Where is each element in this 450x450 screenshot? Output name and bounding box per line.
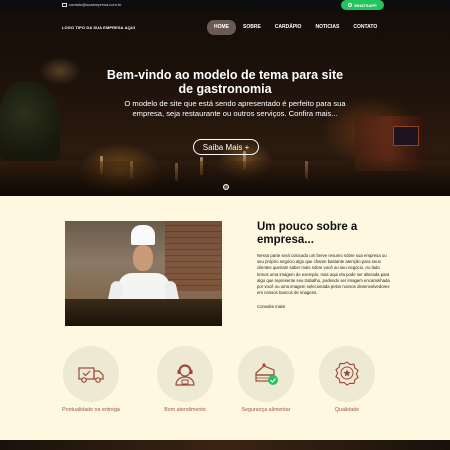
logo[interactable]: LOGO TIPO DA SUA EMPRESA AQUI — [62, 25, 135, 30]
hero-section: LOGO TIPO DA SUA EMPRESA AQUI HOME SOBRE… — [0, 11, 450, 196]
feature-pontualidade: Pontualidade na entrega — [51, 346, 131, 413]
feature-label: Segurança alimentar — [241, 407, 291, 413]
feature-qualidade: Qualidade — [307, 346, 387, 413]
feature-label: Qualidade — [334, 407, 360, 413]
about-title: Um pouco sobre a empresa... — [257, 221, 358, 246]
whatsapp-label: WHATSAPP — [354, 2, 377, 8]
nav-item-contato[interactable]: CONTATO — [346, 20, 384, 35]
chef-hat — [131, 225, 155, 245]
feature-circle — [319, 346, 375, 402]
features-row: Pontualidade na entrega Bom atendimento — [0, 346, 450, 416]
attendant-icon — [175, 364, 195, 386]
envelope-icon — [62, 3, 67, 7]
email-text: contato@suaempresa.com.br — [69, 2, 122, 7]
whatsapp-button[interactable]: WHATSAPP — [341, 0, 384, 10]
main-nav: HOME SOBRE CARDÁPIO NOTICIAS CONTATO — [207, 20, 384, 35]
about-text: Nessa parte será colocado um breve resum… — [257, 253, 390, 296]
safe-food-icon — [255, 363, 278, 385]
feature-label: Bom atendimento — [164, 407, 206, 413]
top-bar: contato@suaempresa.com.br WHATSAPP — [0, 0, 450, 11]
about-section: Um pouco sobre a empresa... Nessa parte … — [0, 196, 450, 440]
saiba-mais-button[interactable]: Saiba Mais + — [193, 139, 259, 155]
photo-brick-wall — [165, 221, 222, 291]
footer-image-strip — [0, 440, 450, 450]
feature-circle — [157, 346, 213, 402]
whatsapp-icon — [348, 3, 353, 7]
feature-label: Pontualidade na entrega — [62, 407, 120, 413]
feature-seguranca: Segurança alimentar — [226, 346, 306, 413]
consulte-mais-link[interactable]: Consulte mais! — [257, 304, 285, 309]
nav-item-noticias[interactable]: NOTICIAS — [308, 20, 346, 35]
hero-title: Bem-vindo ao modelo de tema para site de… — [106, 68, 344, 96]
quality-badge-icon — [335, 361, 359, 386]
feature-circle — [63, 346, 119, 402]
contact-email[interactable]: contato@suaempresa.com.br — [62, 2, 122, 8]
page: contato@suaempresa.com.br WHATSAPP LOGO … — [0, 0, 450, 450]
feature-circle — [238, 346, 294, 402]
feature-atendimento: Bom atendimento — [145, 346, 225, 413]
hero-subtitle: O modelo de site que está sendo apresent… — [124, 99, 346, 118]
kitchen-counter — [65, 299, 222, 326]
nav-item-cardapio[interactable]: CARDÁPIO — [268, 20, 309, 35]
chef-photo — [65, 221, 222, 326]
nav-item-home[interactable]: HOME — [207, 20, 236, 35]
chef-head — [133, 245, 153, 271]
delivery-truck-icon — [78, 367, 104, 383]
nav-item-sobre[interactable]: SOBRE — [236, 20, 268, 35]
slider-dot[interactable] — [223, 184, 229, 190]
